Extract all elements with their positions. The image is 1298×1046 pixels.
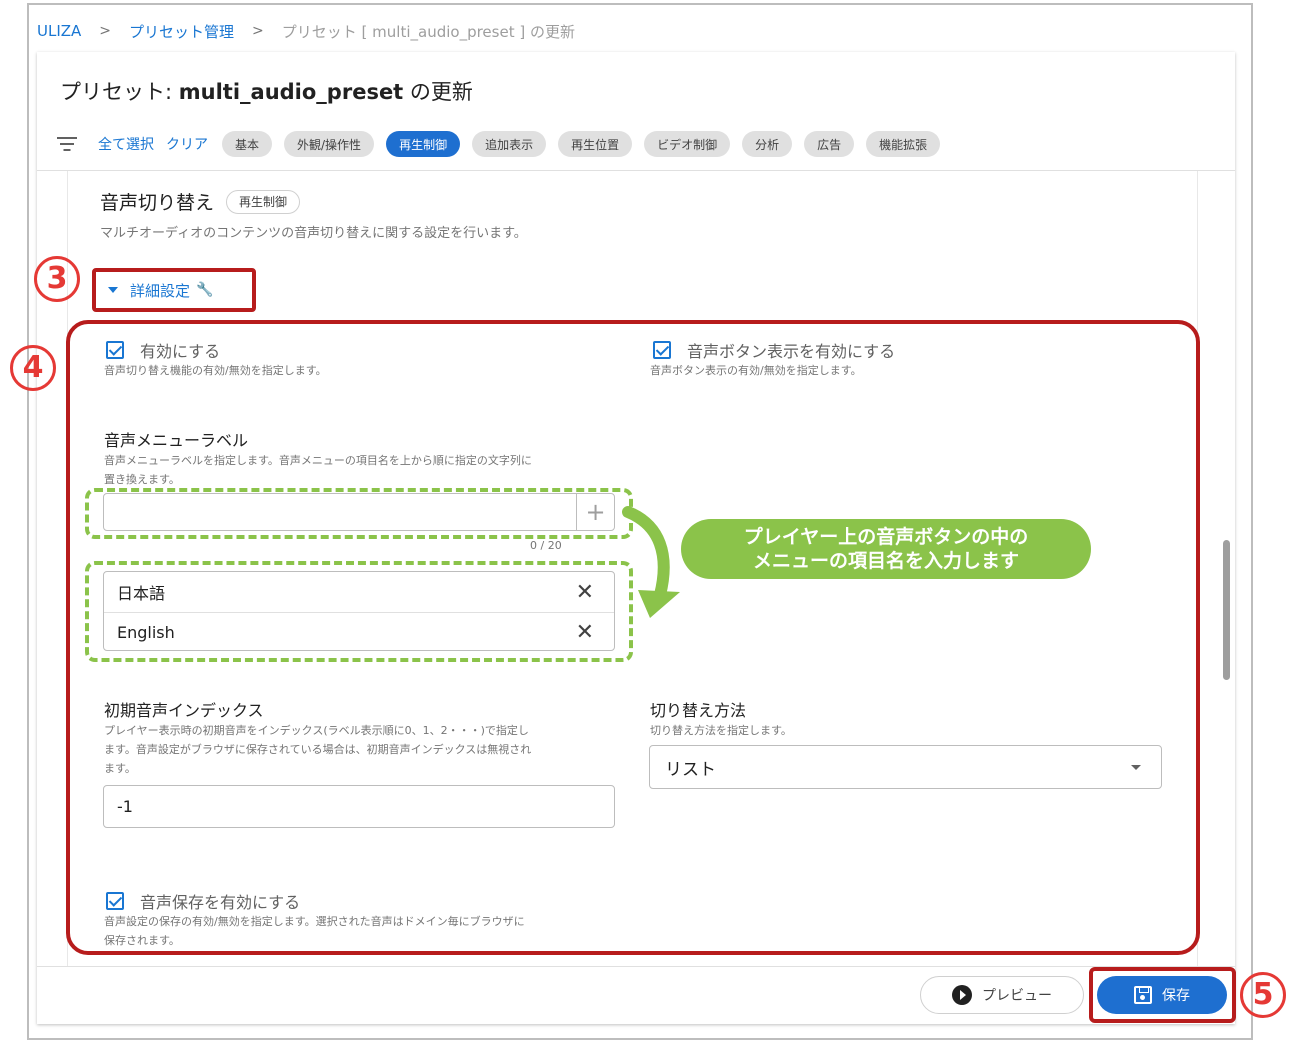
chip-video-control[interactable]: ビデオ制御: [644, 131, 731, 157]
button-display-checkbox[interactable]: [653, 341, 671, 359]
save-audio-checkbox[interactable]: [106, 892, 124, 910]
add-label-button[interactable]: +: [576, 493, 614, 531]
initial-index-input[interactable]: -1: [103, 785, 615, 828]
menu-label-title: 音声メニューラベル: [104, 431, 249, 450]
chip-extensions[interactable]: 機能拡張: [866, 131, 941, 157]
chip-playback-position[interactable]: 再生位置: [558, 131, 633, 157]
advanced-settings-toggle[interactable]: 詳細設定 🔧: [92, 268, 256, 312]
save-icon: [1134, 986, 1152, 1004]
dropdown-arrow-icon: [1131, 764, 1141, 770]
initial-index-help-2: ます。音声設定がブラウザに保存されている場合は、初期音声インデックスは無視され: [104, 743, 532, 756]
footer-divider: [37, 966, 1235, 967]
save-button[interactable]: 保存: [1097, 976, 1227, 1014]
play-icon: [952, 985, 972, 1005]
wrench-icon: 🔧: [196, 282, 214, 298]
plus-icon: +: [585, 498, 606, 526]
enable-checkbox[interactable]: [106, 341, 124, 359]
initial-index-help-3: ます。: [104, 762, 136, 775]
menu-label-input[interactable]: [103, 493, 615, 531]
button-display-label: 音声ボタン表示を有効にする: [687, 342, 896, 361]
list-item-label: English: [117, 623, 175, 642]
list-item-label: 日本語: [117, 584, 166, 603]
enable-help: 音声切り替え機能の有効/無効を指定します。: [104, 364, 327, 377]
initial-index-value: -1: [117, 797, 133, 816]
menu-label-help-2: 置き換えます。: [104, 473, 180, 486]
chip-playback-control[interactable]: 再生制御: [386, 131, 461, 157]
button-display-help: 音声ボタン表示の有効/無効を指定します。: [650, 364, 862, 377]
save-label: 保存: [1162, 988, 1190, 1004]
chip-appearance[interactable]: 外観/操作性: [284, 131, 375, 157]
page-title-suffix: の更新: [403, 80, 473, 104]
close-icon[interactable]: ✕: [576, 620, 594, 645]
switch-method-value: リスト: [665, 759, 716, 780]
save-audio-help-2: 保存されます。: [104, 934, 180, 947]
select-all-link[interactable]: 全て選択: [98, 134, 154, 154]
step-marker-4: 4: [10, 345, 56, 391]
initial-index-title: 初期音声インデックス: [104, 701, 264, 720]
advanced-settings-label: 詳細設定: [130, 281, 191, 300]
save-audio-checkbox-row[interactable]: 音声保存を有効にする: [106, 889, 300, 913]
chip-additional-display[interactable]: 追加表示: [472, 131, 547, 157]
breadcrumb-root[interactable]: ULIZA: [37, 22, 81, 40]
breadcrumb: ULIZA > プリセット管理 > プリセット [ multi_audio_pr…: [37, 20, 575, 42]
breadcrumb-preset-management[interactable]: プリセット管理: [129, 21, 234, 42]
chip-analytics[interactable]: 分析: [742, 131, 793, 157]
initial-index-help-1: プレイヤー表示時の初期音声をインデックス(ラベル表示順に0、1、2・・・)で指定…: [104, 724, 529, 737]
page-title: プリセット: multi_audio_preset の更新: [60, 76, 473, 106]
header-divider: [37, 170, 1235, 171]
callout-line-1: プレイヤー上の音声ボタンの中の: [743, 526, 1029, 548]
save-audio-help-1: 音声設定の保存の有効/無効を指定します。選択された音声はドメイン毎にブラウザに: [104, 915, 525, 928]
switch-method-select[interactable]: リスト: [649, 745, 1162, 789]
switch-method-title: 切り替え方法: [650, 701, 747, 720]
breadcrumb-separator: >: [252, 23, 264, 39]
enable-checkbox-row[interactable]: 有効にする: [106, 338, 220, 362]
callout-bubble: プレイヤー上の音声ボタンの中の メニューの項目名を入力します: [681, 519, 1091, 579]
section-title: 音声切り替え 再生制御: [100, 188, 301, 215]
list-item: 日本語 ✕: [104, 572, 614, 612]
character-counter: 0 / 20: [530, 539, 562, 552]
save-audio-label: 音声保存を有効にする: [140, 893, 301, 912]
page-title-prefix: プリセット:: [60, 80, 179, 104]
scrollbar-thumb[interactable]: [1223, 540, 1230, 680]
enable-label: 有効にする: [140, 342, 221, 361]
close-icon[interactable]: ✕: [576, 580, 594, 605]
button-display-checkbox-row[interactable]: 音声ボタン表示を有効にする: [653, 338, 895, 362]
section-description: マルチオーディオのコンテンツの音声切り替えに関する設定を行います。: [100, 226, 527, 241]
preset-name: multi_audio_preset: [178, 80, 404, 104]
step-marker-5: 5: [1240, 972, 1286, 1018]
section-title-text: 音声切り替え: [100, 192, 215, 214]
clear-link[interactable]: クリア: [166, 134, 208, 154]
breadcrumb-current: プリセット [ multi_audio_preset ] の更新: [281, 22, 575, 41]
step-marker-3: 3: [34, 256, 80, 302]
filter-icon[interactable]: [56, 135, 78, 153]
category-filter-bar: 全て選択 クリア 基本 外観/操作性 再生制御 追加表示 再生位置 ビデオ制御 …: [56, 131, 952, 157]
chip-basic[interactable]: 基本: [222, 131, 273, 157]
callout-line-2: メニューの項目名を入力します: [752, 550, 1019, 572]
chip-ads[interactable]: 広告: [804, 131, 855, 157]
preview-button[interactable]: プレビュー: [920, 976, 1084, 1014]
preview-label: プレビュー: [982, 988, 1052, 1004]
menu-label-help-1: 音声メニューラベルを指定します。音声メニューの項目名を上から順に指定の文字列に: [104, 454, 532, 467]
menu-label-list: 日本語 ✕ English ✕: [103, 571, 615, 651]
switch-method-help: 切り替え方法を指定します。: [650, 724, 792, 737]
section-category-tag: 再生制御: [226, 189, 301, 214]
list-item: English ✕: [104, 612, 614, 652]
breadcrumb-separator: >: [99, 23, 112, 39]
caret-down-icon: [108, 287, 118, 293]
